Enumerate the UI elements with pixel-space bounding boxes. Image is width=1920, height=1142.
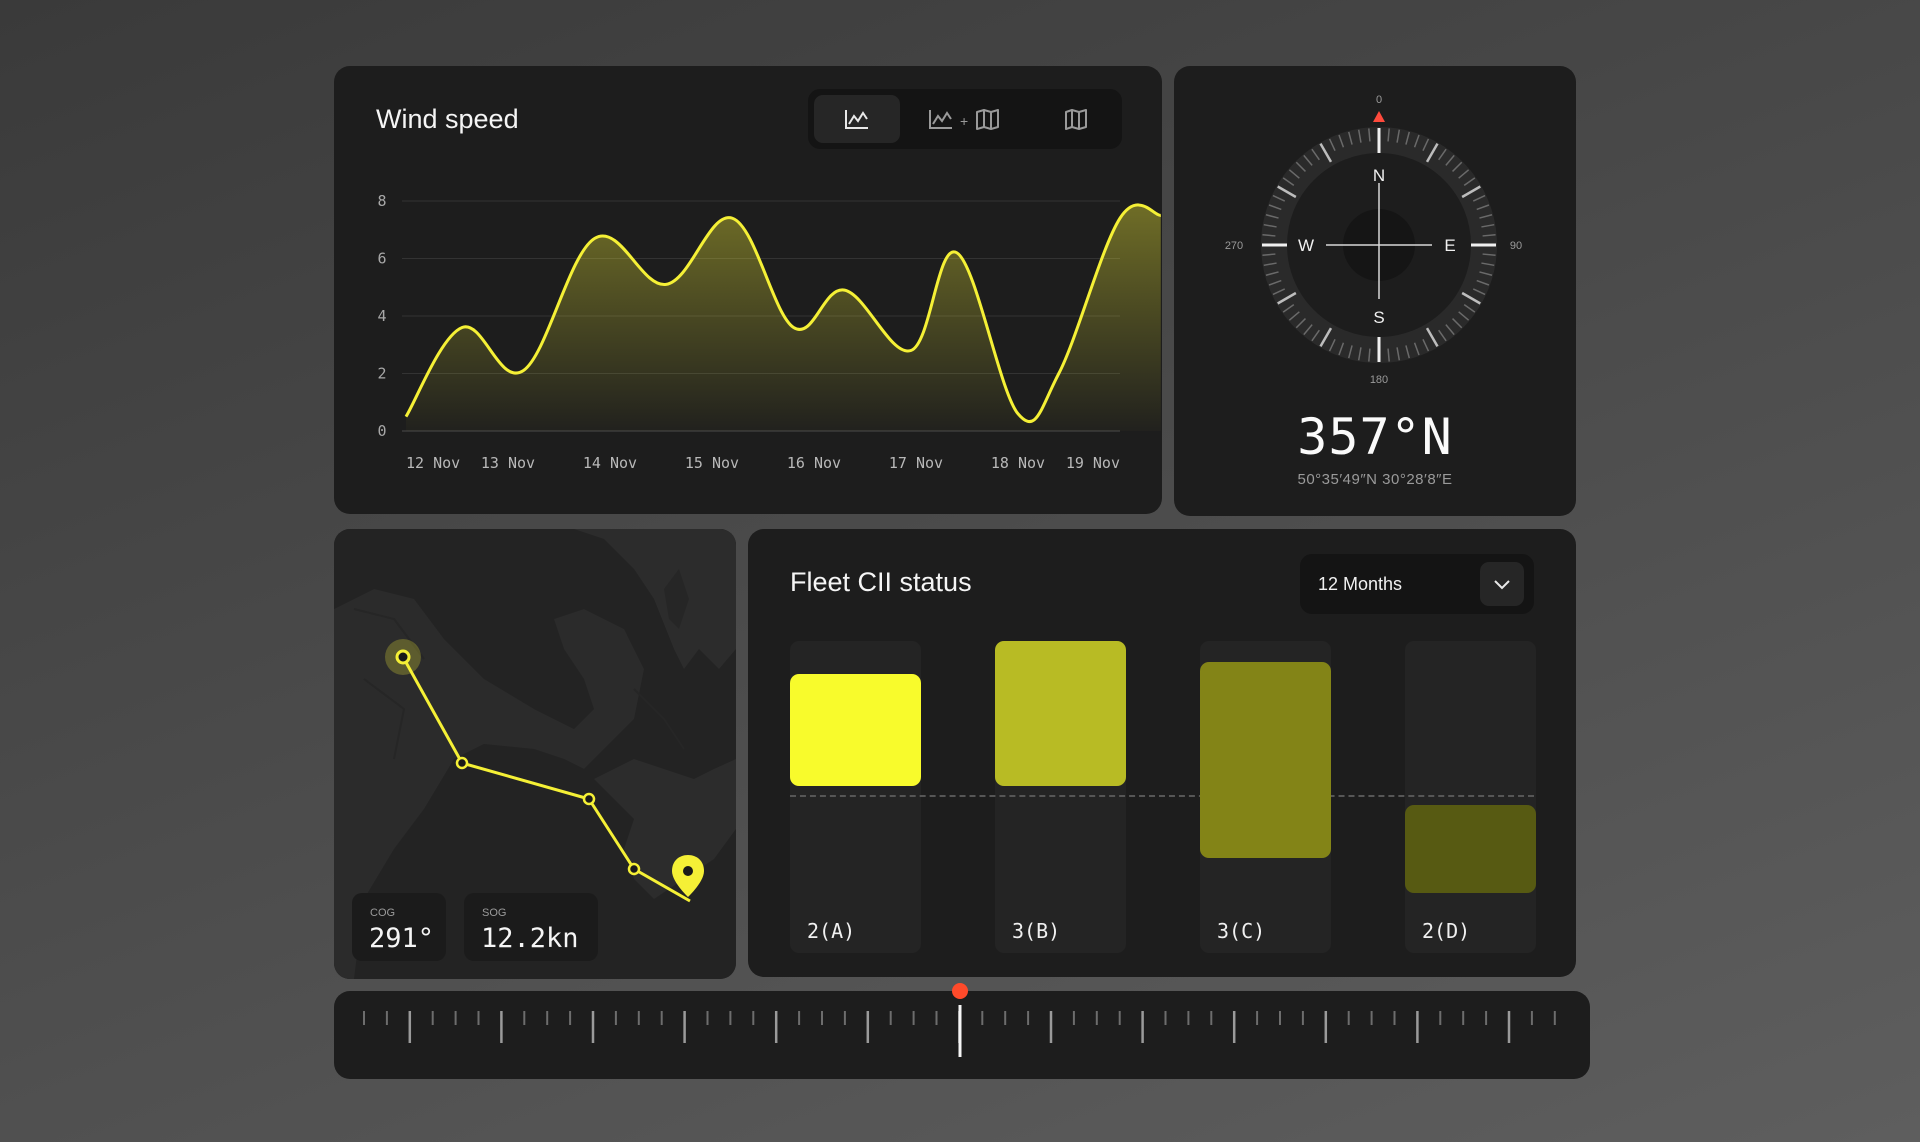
timeline-scrubber[interactable] bbox=[334, 983, 1590, 1079]
wind-speed-chart: 0 2 4 6 8 12 Nov 13 Nov 14 Nov 15 Nov 16 Nov 17 N… bbox=[377, 192, 1162, 472]
cardinal-n: N bbox=[1373, 166, 1385, 185]
cardinal-w: W bbox=[1298, 236, 1314, 255]
sog-stat: SOG 12.2kn bbox=[464, 893, 598, 961]
compass-card: N S W E 0 180 270 90 357°N 50°35′49″N 30… bbox=[1174, 66, 1576, 516]
sog-value: 12.2kn bbox=[481, 923, 579, 954]
y-tick-label: 2 bbox=[377, 365, 386, 383]
cii-label-d: 2(D) bbox=[1422, 919, 1471, 943]
chevron-down-icon bbox=[1494, 580, 1510, 590]
cii-bar-c bbox=[1200, 662, 1331, 858]
cii-label-a: 2(A) bbox=[807, 919, 856, 943]
x-tick-label: 15 Nov bbox=[685, 454, 739, 472]
degree-label-0: 0 bbox=[1376, 94, 1382, 106]
cog-label: COG bbox=[370, 907, 396, 919]
cii-bar-b bbox=[995, 641, 1126, 786]
timeline-ruler[interactable] bbox=[334, 991, 1590, 1079]
cardinal-s: S bbox=[1373, 308, 1384, 327]
x-tick-label: 17 Nov bbox=[889, 454, 943, 472]
y-tick-label: 4 bbox=[377, 307, 386, 325]
route-waypoint[interactable] bbox=[582, 792, 596, 806]
cog-stat: COG 291° bbox=[352, 893, 446, 961]
x-tick-label: 19 Nov bbox=[1066, 454, 1120, 472]
route-map-card[interactable]: COG 291° SOG 12.2kn bbox=[334, 529, 736, 979]
sog-label: SOG bbox=[482, 907, 507, 919]
route-waypoint[interactable] bbox=[627, 862, 641, 876]
cog-value: 291° bbox=[369, 923, 435, 954]
cii-label-b: 3(B) bbox=[1012, 919, 1061, 943]
x-tick-label: 16 Nov bbox=[787, 454, 841, 472]
x-tick-label: 18 Nov bbox=[991, 454, 1045, 472]
dropdown-toggle[interactable] bbox=[1480, 562, 1524, 606]
location-pin-center bbox=[683, 866, 693, 876]
cii-label-c: 3(C) bbox=[1217, 919, 1266, 943]
degree-label-270: 270 bbox=[1225, 240, 1243, 252]
degree-label-90: 90 bbox=[1510, 240, 1522, 252]
threshold-line bbox=[790, 795, 1534, 797]
degree-label-180: 180 bbox=[1370, 374, 1388, 386]
route-waypoint[interactable] bbox=[455, 756, 469, 770]
x-tick-label: 12 Nov bbox=[406, 454, 460, 472]
fleet-cii-card: Fleet CII status 12 Months 2(A) 3(B) 3(C… bbox=[748, 529, 1576, 977]
cardinal-e: E bbox=[1444, 236, 1455, 255]
period-dropdown[interactable]: 12 Months bbox=[1300, 554, 1534, 614]
cii-bar-a bbox=[790, 674, 921, 786]
heading-readout: 357°N bbox=[1297, 408, 1453, 466]
timeline-playhead-handle[interactable] bbox=[952, 983, 968, 999]
y-tick-label: 8 bbox=[377, 192, 386, 210]
north-pointer-icon bbox=[1373, 111, 1385, 122]
route-start-point[interactable] bbox=[395, 649, 411, 665]
x-tick-label: 14 Nov bbox=[583, 454, 637, 472]
x-tick-label: 13 Nov bbox=[481, 454, 535, 472]
period-value: 12 Months bbox=[1318, 574, 1403, 594]
fleet-cii-title: Fleet CII status bbox=[790, 567, 972, 597]
y-tick-label: 6 bbox=[377, 250, 386, 268]
position-coordinates: 50°35′49″N 30°28′8″E bbox=[1297, 471, 1453, 488]
y-tick-label: 0 bbox=[377, 422, 386, 440]
cii-column-d[interactable] bbox=[1405, 641, 1536, 953]
wind-speed-card: Wind speed + 0 2 4 6 8 12 Nov 13 Nov 14 … bbox=[334, 66, 1162, 514]
cii-bar-d bbox=[1405, 805, 1536, 893]
